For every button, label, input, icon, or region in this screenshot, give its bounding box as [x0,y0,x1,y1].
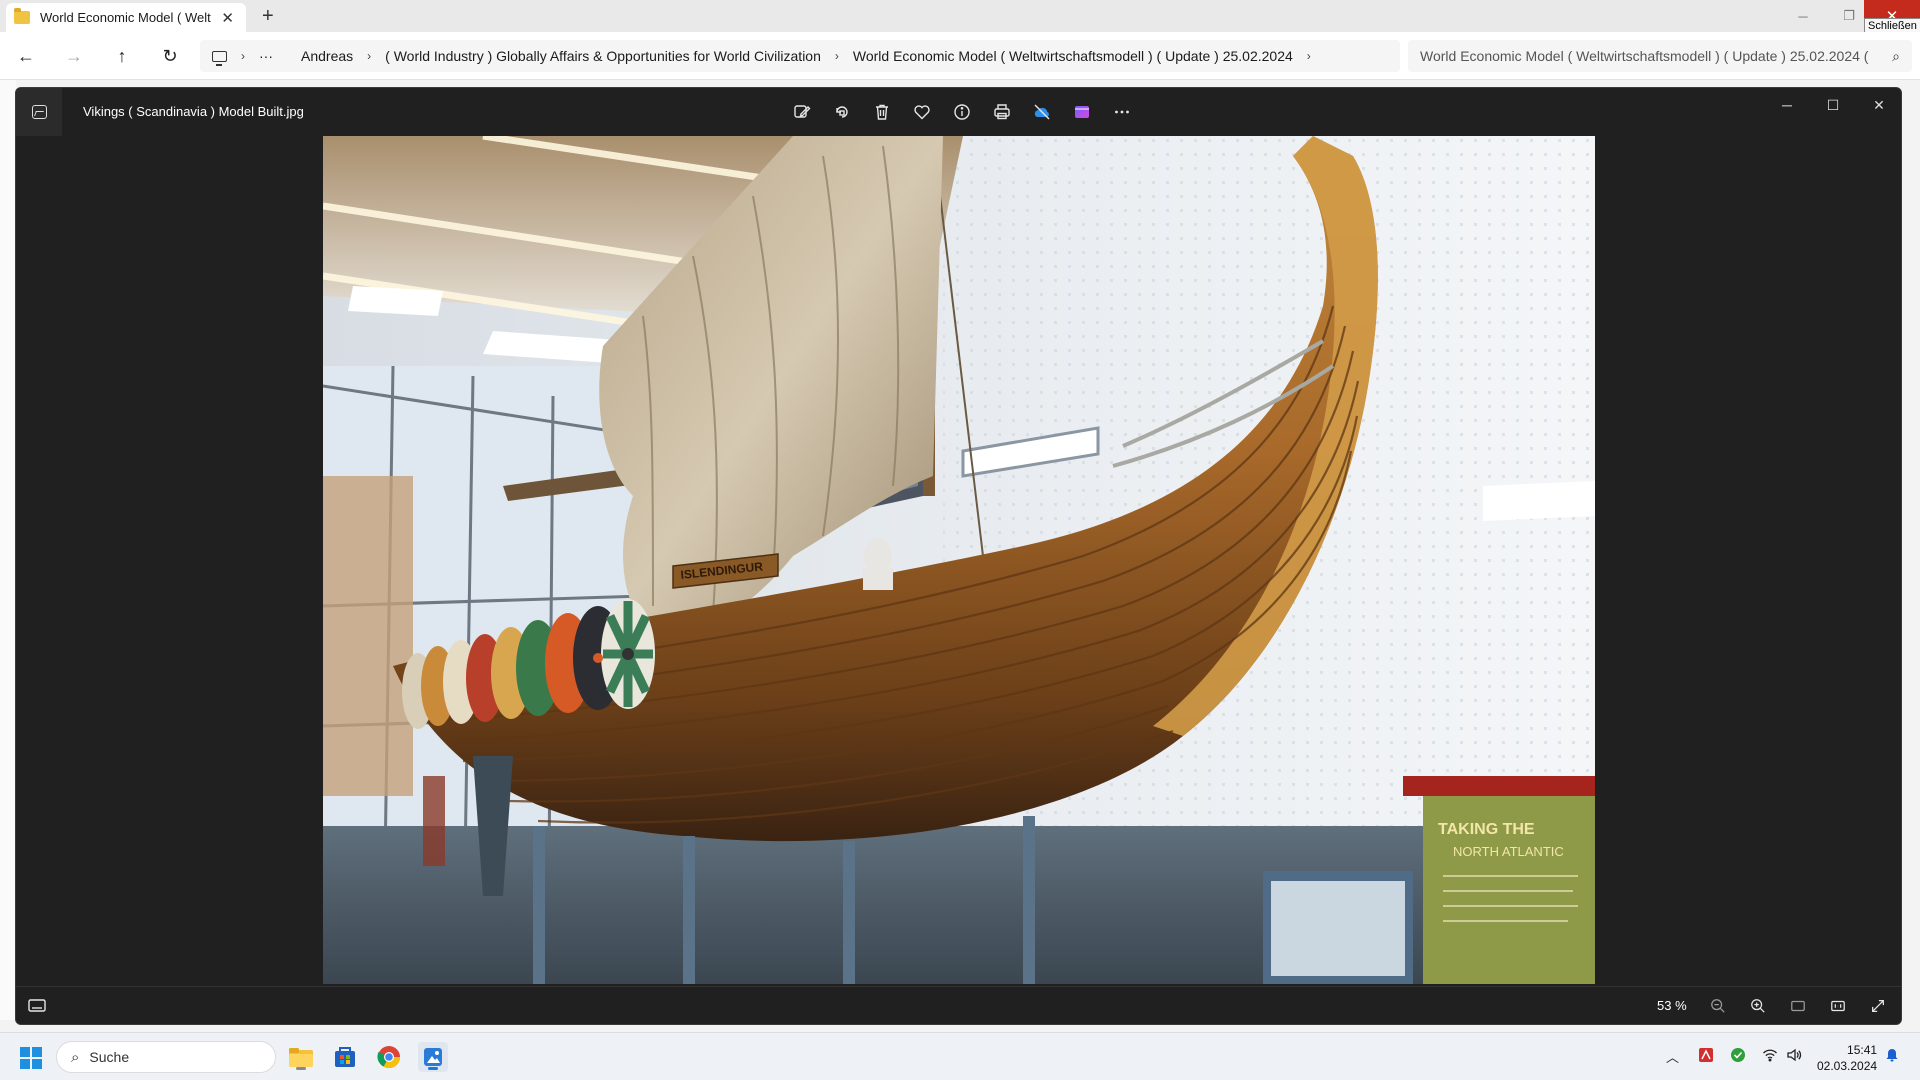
search-icon: ⌕ [1892,47,1900,64]
chevron-up-icon[interactable]: ︿ [1666,1047,1679,1066]
file-explorer-taskbar-icon[interactable] [286,1042,316,1072]
microsoft-store-taskbar-icon[interactable] [330,1042,360,1072]
viewer-close-button[interactable]: ✕ [1856,88,1901,122]
running-indicator [296,1067,306,1070]
zoom-in-icon[interactable] [1746,994,1770,1018]
taskbar: ⌕ Suche ︿ 15:41 02.03.2024 [0,1032,1920,1080]
active-indicator [428,1067,438,1070]
address-row: ← → ↑ ↻ › ··· Andreas › ( World Industry… [0,32,1920,80]
search-input[interactable]: World Economic Model ( Weltwirtschaftsmo… [1408,40,1912,72]
chevron-right-icon: › [834,49,839,63]
refresh-icon[interactable]: ↻ [158,44,182,68]
breadcrumb-item[interactable]: World Economic Model ( Weltwirtschaftsmo… [853,48,1293,64]
viewer-statusbar: 53 % [16,986,1901,1024]
fit-to-window-icon[interactable] [1786,994,1810,1018]
edit-icon[interactable] [788,98,816,126]
back-icon[interactable]: ← [14,44,38,68]
banner-text: TAKING THE [1438,821,1535,838]
forward-icon[interactable]: → [62,44,86,68]
rotate-icon[interactable] [828,98,856,126]
explorer-sidebar-edge [0,80,16,1020]
viewer-minimize-button[interactable]: ─ [1764,88,1810,122]
viking-ship-photo: TAKING THE NORTH ATLANTIC ISLENDINGUR [323,136,1595,984]
breadcrumb-item[interactable]: Andreas [301,48,353,64]
zoom-out-icon[interactable] [1706,994,1730,1018]
tab-explorer[interactable]: World Economic Model ( Welt ✕ [6,3,246,32]
filmstrip-icon[interactable] [26,996,48,1016]
fullscreen-icon[interactable] [1866,994,1890,1018]
chevron-right-icon: › [241,49,245,63]
file-name: Vikings ( Scandinavia ) Model Built.jpg [83,104,304,119]
breadcrumb[interactable]: › ··· Andreas › ( World Industry ) Globa… [200,40,1400,72]
tab-bar: World Economic Model ( Welt ✕ + ─ ❐ ✕ Sc… [0,0,1920,34]
onedrive-icon[interactable] [1028,98,1056,126]
viewer-titlebar: Vikings ( Scandinavia ) Model Built.jpg [16,88,1901,136]
chrome-taskbar-icon[interactable] [374,1042,404,1072]
wifi-icon[interactable] [1762,1047,1778,1066]
zoom-level: 53 % [1657,998,1687,1013]
delete-icon[interactable] [868,98,896,126]
taskbar-search[interactable]: ⌕ Suche [56,1041,276,1073]
photos-taskbar-icon[interactable] [418,1042,448,1072]
clock-time: 15:41 [1847,1043,1878,1057]
monitor-icon [212,50,227,66]
info-icon[interactable] [948,98,976,126]
notification-bell-icon[interactable] [1884,1047,1900,1066]
chevron-right-icon: › [1306,49,1311,63]
print-icon[interactable] [988,98,1016,126]
chevron-right-icon: › [367,49,372,63]
photos-app-icon[interactable] [16,88,62,136]
more-icon[interactable] [1108,98,1136,126]
tab-close-button[interactable]: ✕ [217,9,238,27]
system-clock[interactable]: 15:41 02.03.2024 [1817,1042,1877,1074]
actual-size-icon[interactable] [1826,994,1850,1018]
breadcrumb-item[interactable]: ( World Industry ) Globally Affairs & Op… [385,48,821,64]
tab-title: World Economic Model ( Welt [40,10,211,25]
new-tab-button[interactable]: + [262,5,274,28]
photos-viewer-window: Vikings ( Scandinavia ) Model Built.jpg [15,87,1902,1025]
up-icon[interactable]: ↑ [110,44,134,68]
tray-app-red-icon[interactable] [1698,1047,1714,1066]
viewer-maximize-button[interactable]: ☐ [1810,88,1856,122]
search-icon: ⌕ [71,1048,80,1066]
clock-date: 02.03.2024 [1817,1059,1878,1073]
taskbar-search-placeholder: Suche [89,1049,130,1065]
start-button[interactable] [20,1047,42,1069]
breadcrumb-overflow[interactable]: ··· [259,48,273,64]
photo-image[interactable]: TAKING THE NORTH ATLANTIC ISLENDINGUR [323,136,1595,984]
volume-icon[interactable] [1786,1047,1802,1066]
tray-security-icon[interactable] [1730,1047,1746,1066]
svg-text:NORTH ATLANTIC: NORTH ATLANTIC [1453,844,1564,859]
minimize-button[interactable]: ─ [1780,0,1826,32]
search-text: World Economic Model ( Weltwirtschaftsmo… [1420,48,1869,64]
clipchamp-icon[interactable] [1068,98,1096,126]
folder-icon [14,8,30,24]
favorite-icon[interactable] [908,98,936,126]
viewer-toolbar [788,98,1136,126]
